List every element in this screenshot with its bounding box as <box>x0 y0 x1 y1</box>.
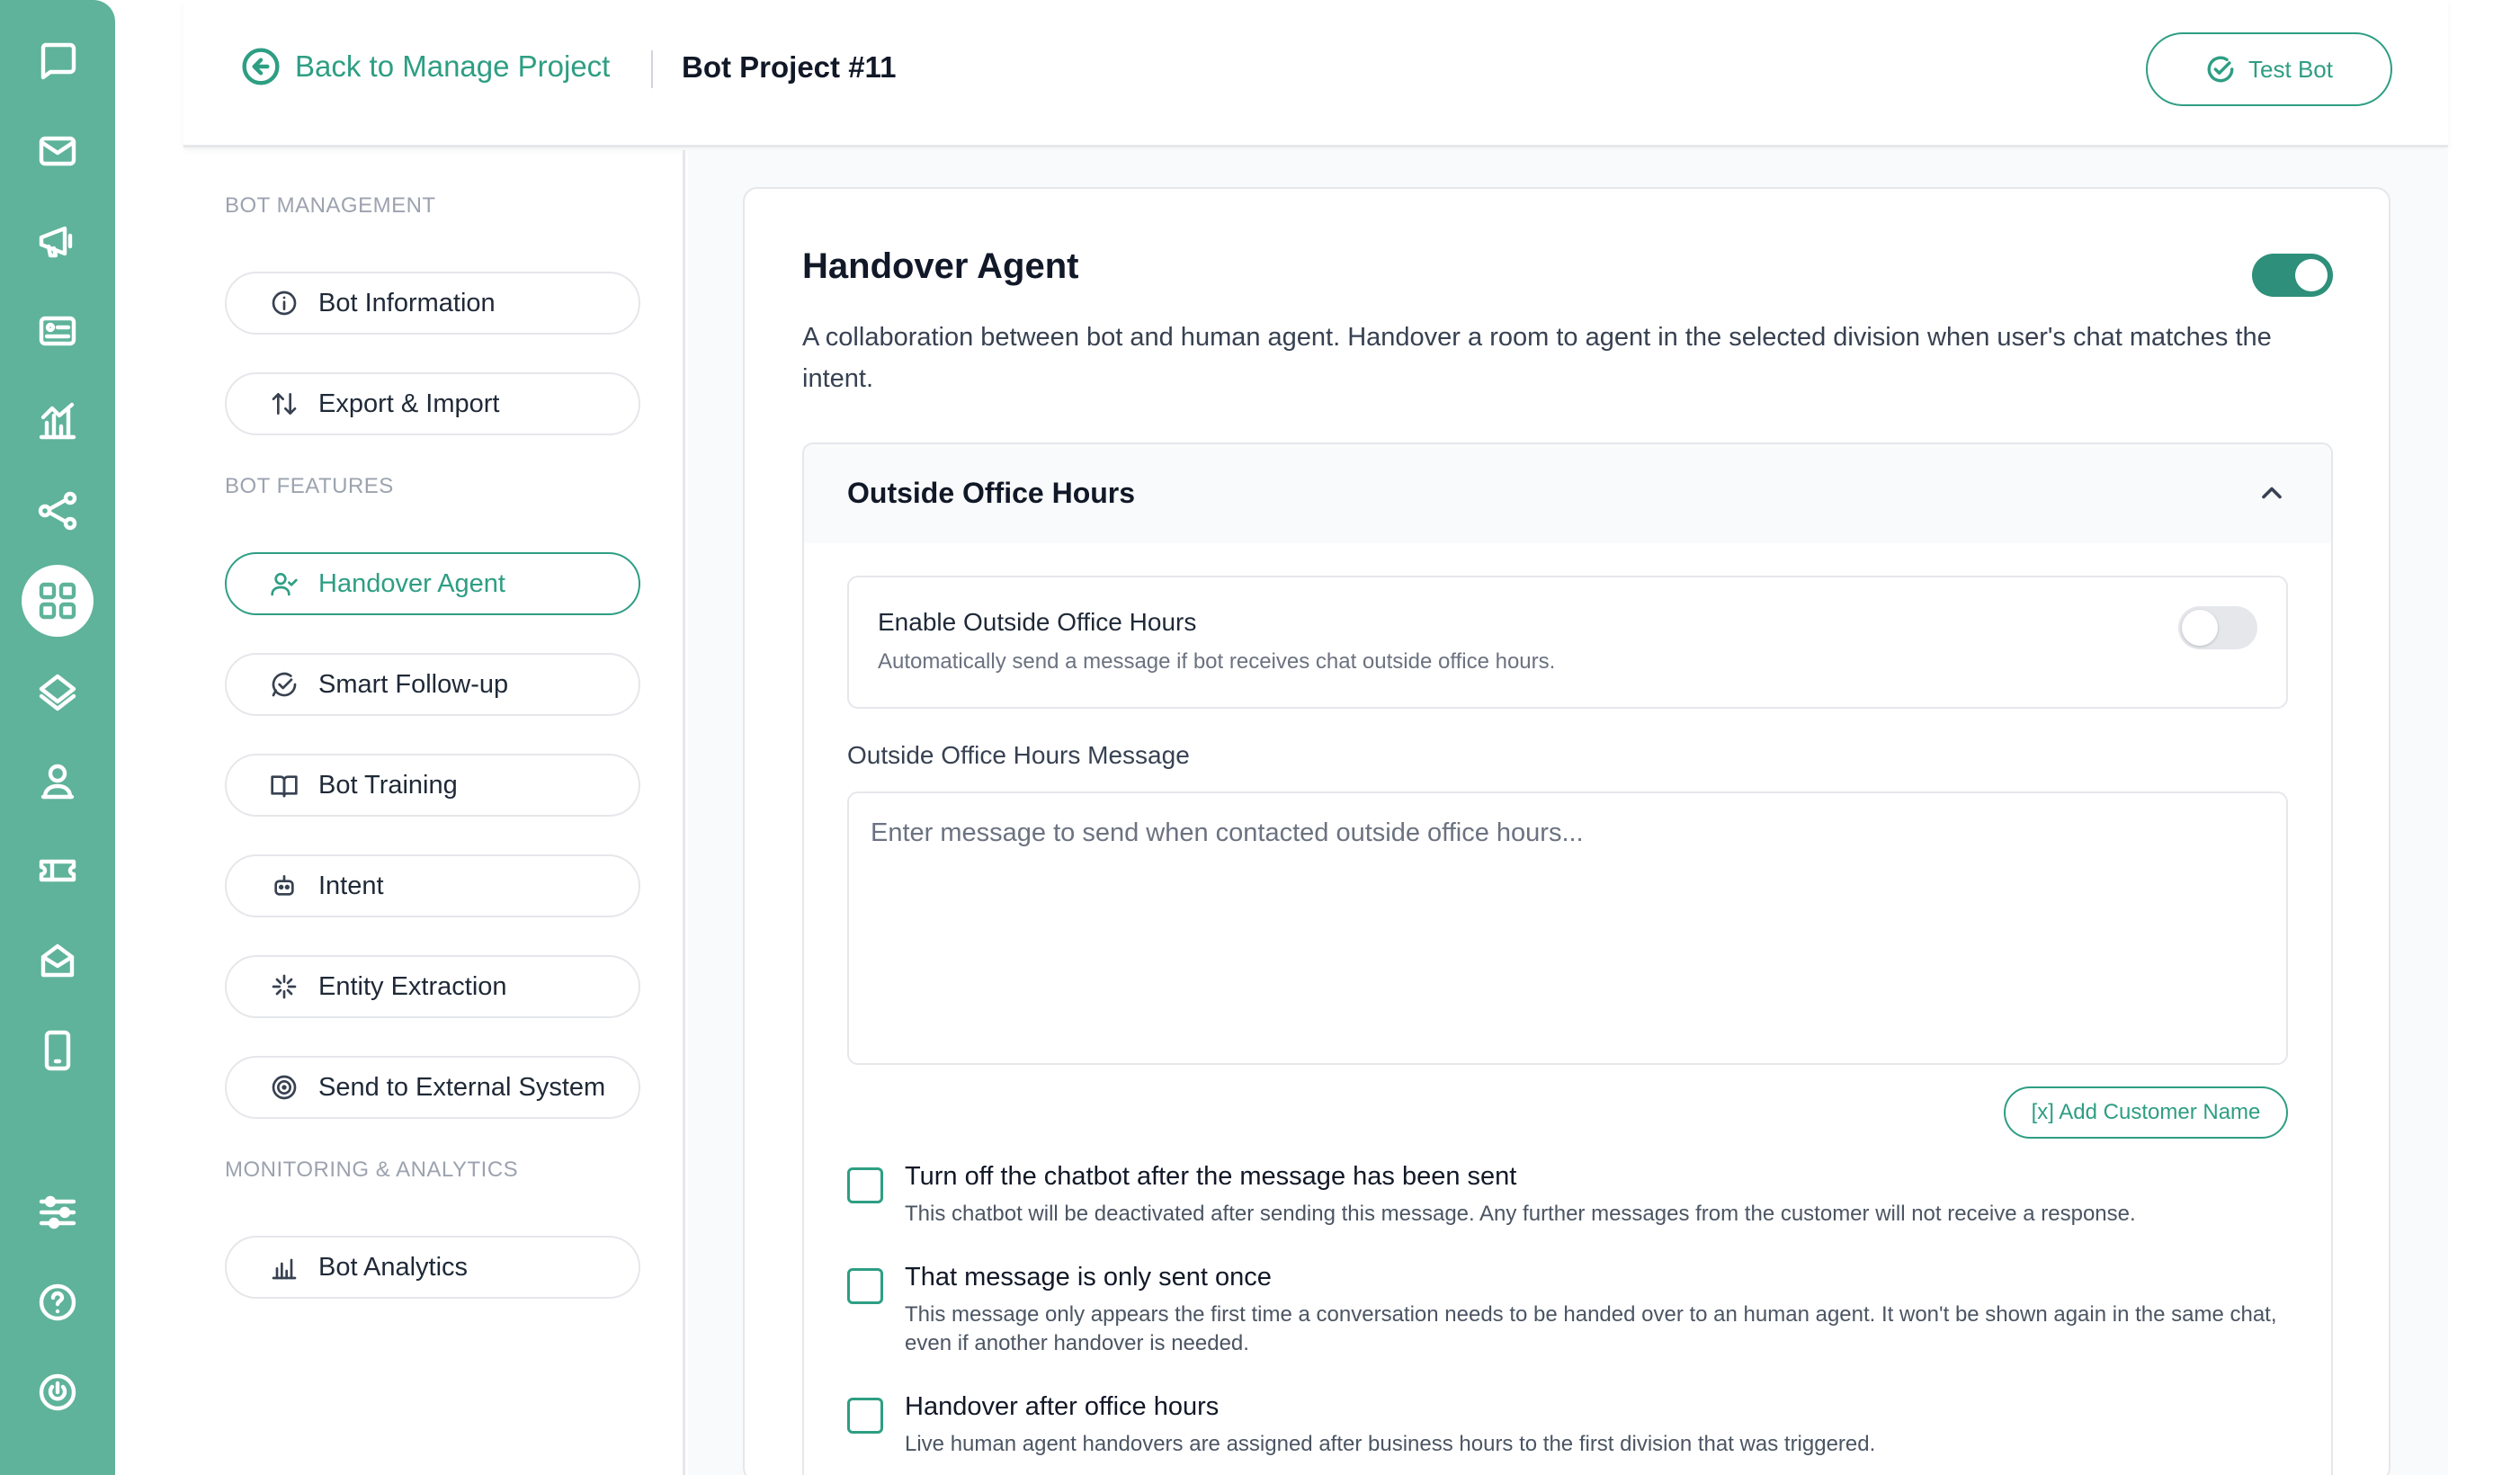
test-bot-label: Test Bot <box>2248 55 2333 83</box>
section-label-monitoring-analytics: MONITORING & ANALYTICS <box>225 1158 519 1182</box>
check-circle-icon <box>2207 56 2234 83</box>
analytics-icon[interactable] <box>22 385 94 457</box>
sidebar-item-intent[interactable]: Intent <box>225 854 640 917</box>
enable-subtitle: Automatically send a message if bot rece… <box>878 649 1556 674</box>
sidebar-item-handover-agent[interactable]: Handover Agent <box>225 552 640 615</box>
chat-logo-icon[interactable] <box>22 25 94 97</box>
handover-after-hours-checkbox[interactable] <box>847 1398 883 1434</box>
target-icon <box>272 1075 297 1100</box>
sidebar-item-label: Entity Extraction <box>318 971 507 1001</box>
toggle-knob <box>2182 610 2218 646</box>
sidebar-item-export-import[interactable]: Export & Import <box>225 372 640 435</box>
robot-icon <box>274 875 294 896</box>
book-icon <box>271 775 298 798</box>
sidebar-item-label: Bot Training <box>318 770 458 800</box>
broadcast-icon[interactable] <box>22 655 94 727</box>
option-title: Turn off the chatbot after the message h… <box>905 1162 1517 1191</box>
arrow-left-circle-icon <box>242 48 280 85</box>
settings-sliders-icon[interactable] <box>22 1176 94 1248</box>
enable-outside-office-hours-box: Enable Outside Office Hours Automaticall… <box>847 576 2288 709</box>
card-description: A collaboration between bot and human ag… <box>802 323 2272 393</box>
icon-rail <box>0 0 115 1475</box>
test-bot-button[interactable]: Test Bot <box>2146 32 2392 106</box>
flow-icon[interactable] <box>22 475 94 547</box>
sidebar-item-label: Smart Follow-up <box>318 669 509 699</box>
sparkle-icon <box>272 974 297 999</box>
project-title: Bot Project #11 <box>682 50 897 84</box>
handover-agent-toggle[interactable] <box>2252 254 2333 297</box>
user-check-icon <box>271 573 298 596</box>
mobile-icon[interactable] <box>22 1015 94 1086</box>
option-description: This message only appears the first time… <box>905 1302 2277 1355</box>
sidebar-item-bot-analytics[interactable]: Bot Analytics <box>225 1236 640 1299</box>
help-icon[interactable] <box>22 1266 94 1338</box>
message-label: Outside Office Hours Message <box>847 741 1190 769</box>
option-description: This chatbot will be deactivated after s… <box>905 1202 2136 1226</box>
ticket-icon[interactable] <box>22 835 94 907</box>
turn-off-chatbot-checkbox[interactable] <box>847 1167 883 1203</box>
handover-agent-card: Handover Agent A collaboration between b… <box>743 187 2390 1475</box>
accordion-header[interactable]: Outside Office Hours <box>804 444 2331 543</box>
megaphone-icon[interactable] <box>22 205 94 277</box>
sidebar-item-smart-follow-up[interactable]: Smart Follow-up <box>225 653 640 716</box>
top-header: Back to Manage Project Bot Project #11 T… <box>183 0 2448 148</box>
contact-card-icon[interactable] <box>22 295 94 367</box>
sidebar-item-entity-extraction[interactable]: Entity Extraction <box>225 955 640 1018</box>
section-label-bot-features: BOT FEATURES <box>225 474 394 498</box>
swap-icon <box>272 393 297 415</box>
sidebar-item-label: Handover Agent <box>318 568 505 598</box>
chevron-up-icon[interactable] <box>2256 477 2288 509</box>
sidebar-item-label: Export & Import <box>318 389 500 418</box>
section-label-bot-management: BOT MANAGEMENT <box>225 193 436 218</box>
toggle-knob <box>2295 259 2328 291</box>
sidebar-item-label: Intent <box>318 871 384 900</box>
agent-icon[interactable] <box>22 745 94 817</box>
outside-office-hours-accordion: Outside Office Hours Enable Outside Offi… <box>802 442 2333 1475</box>
chat-check-icon <box>272 672 297 697</box>
option-title: That message is only sent once <box>905 1263 1272 1292</box>
outside-office-hours-message-input[interactable] <box>847 791 2288 1065</box>
sidebar-item-bot-information[interactable]: Bot Information <box>225 272 640 335</box>
sidebar-item-label: Bot Information <box>318 288 496 317</box>
info-icon <box>272 291 297 316</box>
inbox-icon[interactable] <box>22 925 94 997</box>
bar-chart-icon <box>272 1258 297 1280</box>
enable-title: Enable Outside Office Hours <box>878 608 1197 636</box>
power-icon[interactable] <box>22 1356 94 1428</box>
sent-once-checkbox[interactable] <box>847 1268 883 1304</box>
option-description: Live human agent handovers are assigned … <box>905 1432 1876 1456</box>
add-customer-name-button[interactable]: [x] Add Customer Name <box>2004 1086 2288 1139</box>
card-title: Handover Agent <box>802 246 1079 286</box>
back-to-manage-project-link[interactable]: Back to Manage Project <box>241 47 610 86</box>
mail-icon[interactable] <box>22 115 94 187</box>
sidebar-item-label: Send to External System <box>318 1072 606 1102</box>
apps-icon[interactable] <box>22 565 94 637</box>
bot-sidebar: BOT MANAGEMENT Bot Information Export & … <box>183 150 685 1475</box>
sidebar-item-label: Bot Analytics <box>318 1252 469 1282</box>
option-title: Handover after office hours <box>905 1392 1220 1421</box>
enable-outside-office-hours-toggle[interactable] <box>2178 606 2257 649</box>
accordion-title: Outside Office Hours <box>847 477 1136 509</box>
header-divider <box>651 50 653 88</box>
sidebar-item-send-to-external-system[interactable]: Send to External System <box>225 1056 640 1119</box>
back-link-label: Back to Manage Project <box>295 49 611 83</box>
sidebar-item-bot-training[interactable]: Bot Training <box>225 754 640 817</box>
